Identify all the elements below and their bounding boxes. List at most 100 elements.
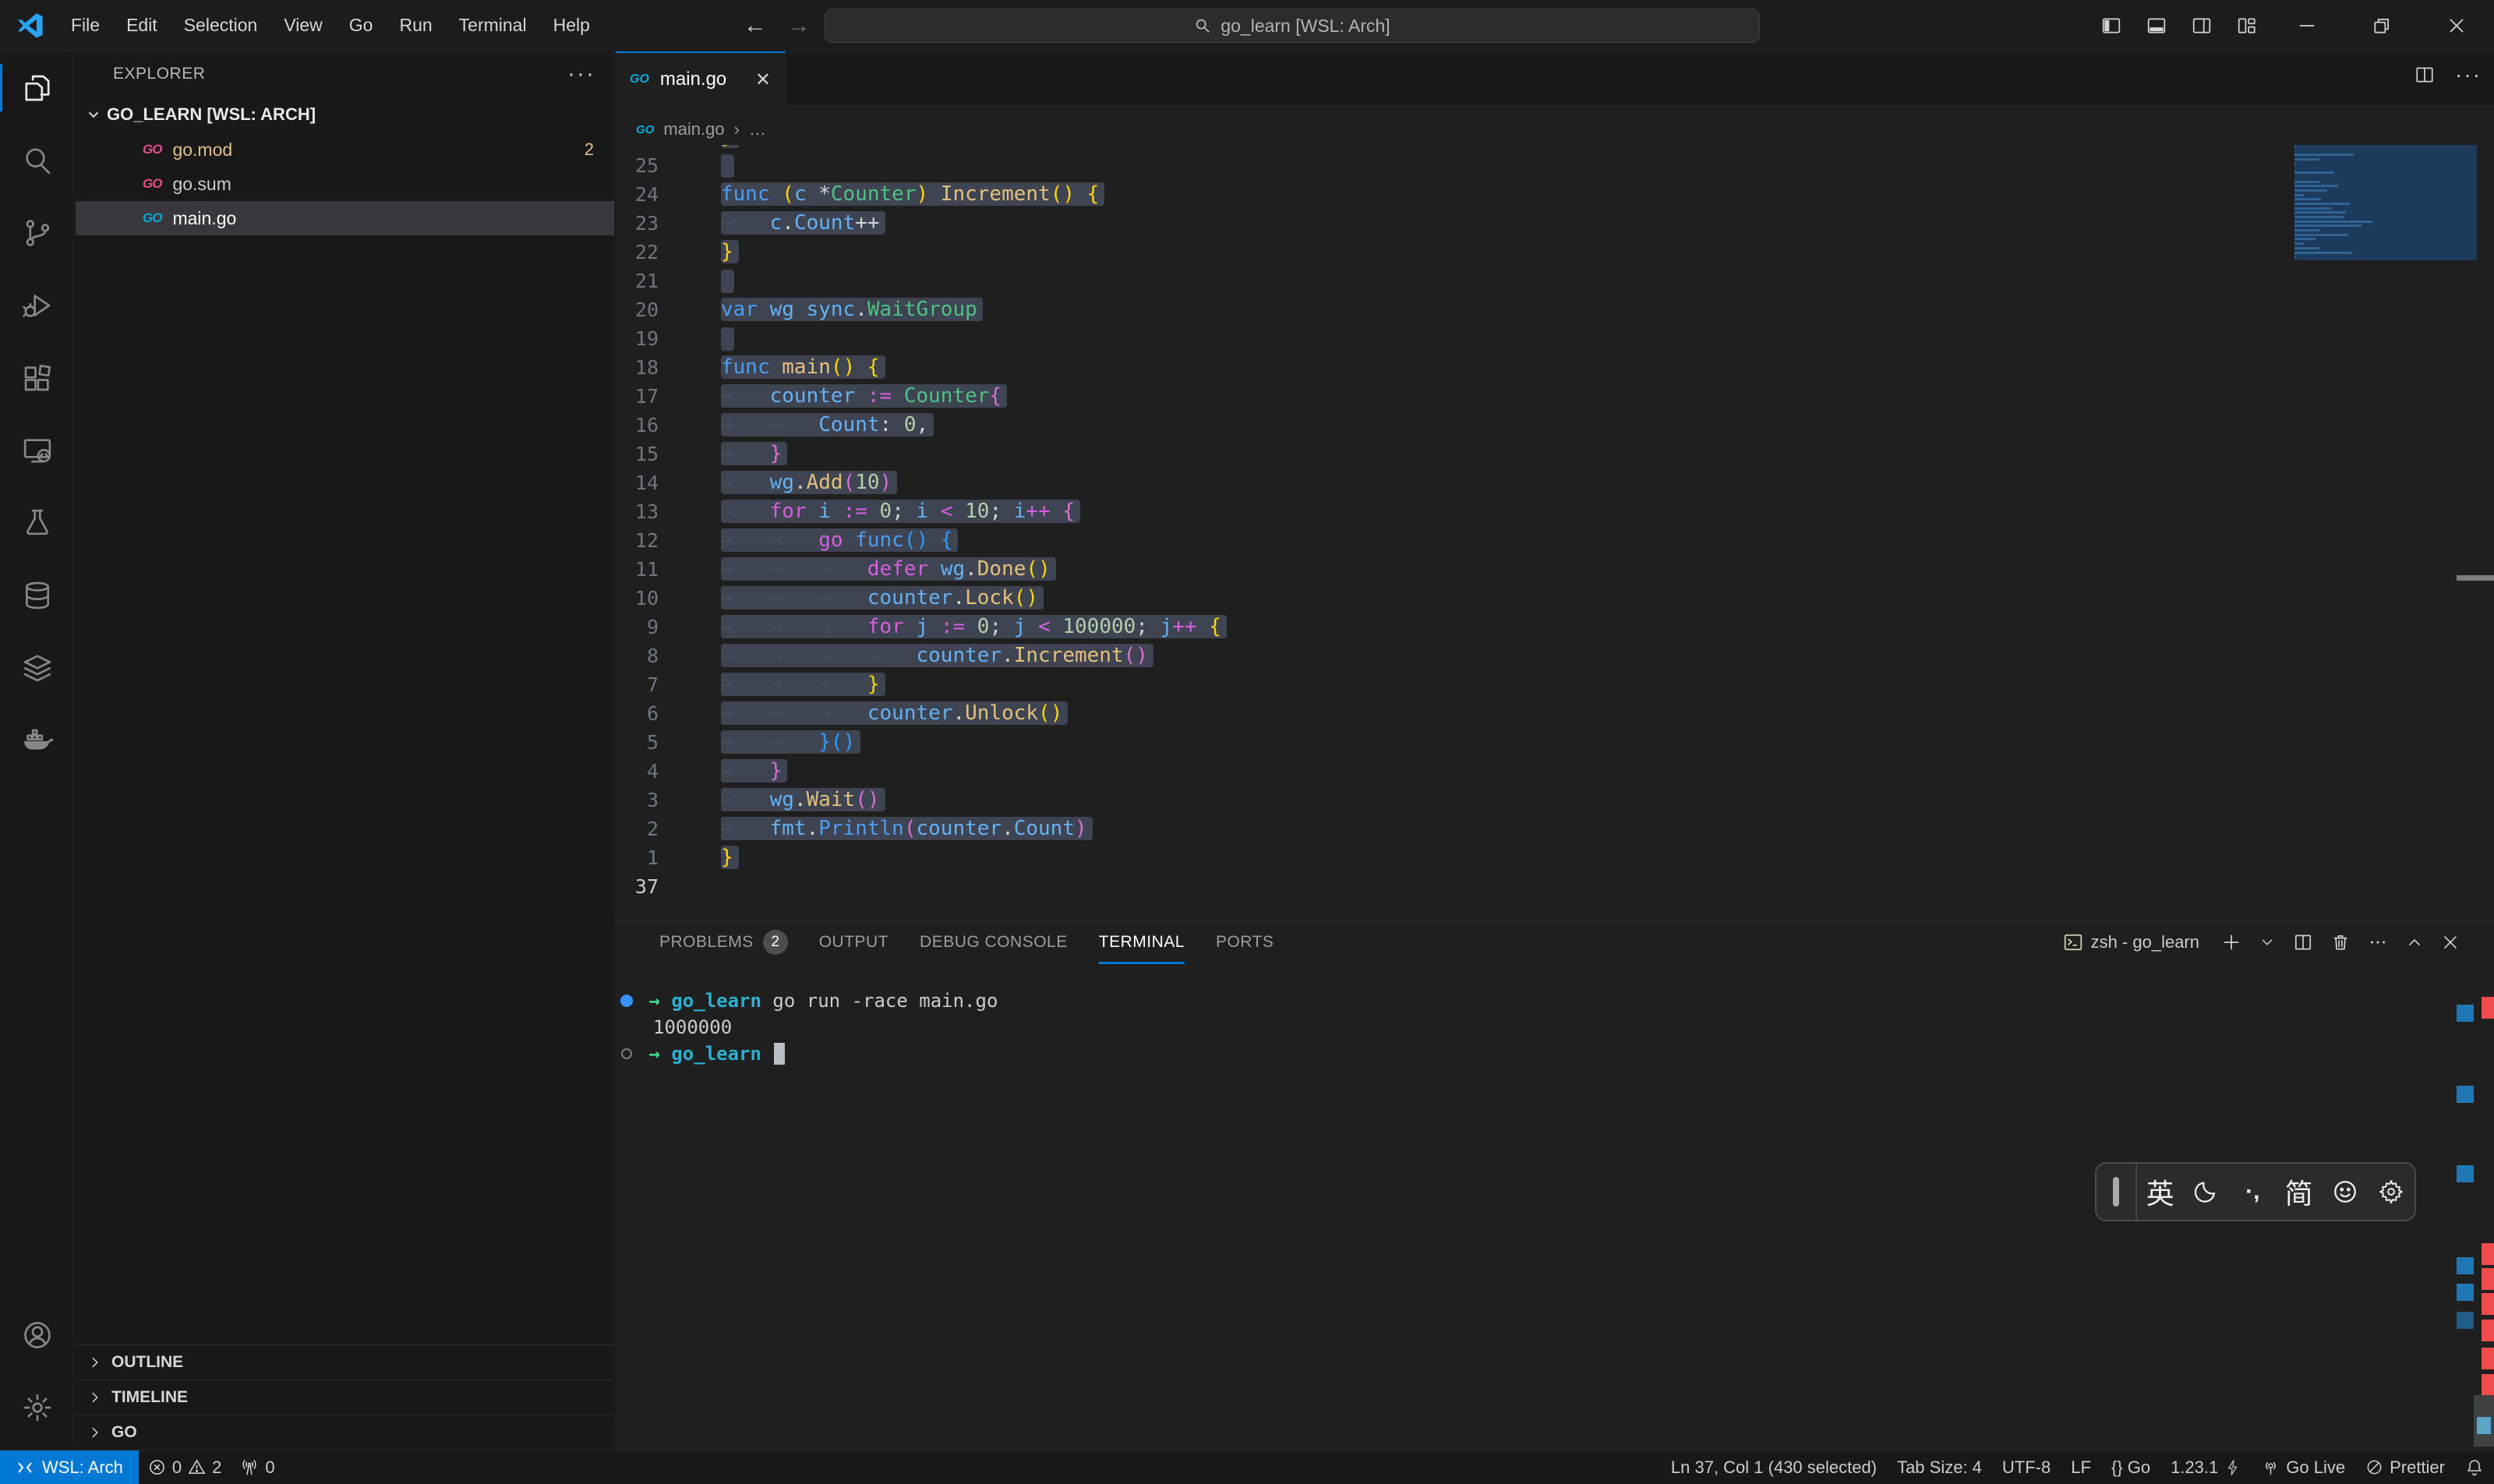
command-center-search[interactable]: go_learn [WSL: Arch] — [825, 9, 1760, 43]
plus-icon[interactable] — [2221, 932, 2241, 952]
split-icon[interactable] — [2293, 932, 2313, 952]
back-arrow-icon[interactable]: ← — [744, 12, 767, 39]
ime-smiley[interactable] — [2322, 1164, 2368, 1220]
activity-source-control-icon[interactable] — [0, 196, 75, 269]
ellipsis-icon[interactable] — [2368, 932, 2388, 952]
file-main.go[interactable]: GOmain.go — [76, 201, 614, 235]
panel-tab-ports[interactable]: PORTS — [1200, 920, 1289, 964]
layout-panel-icon[interactable] — [2134, 0, 2179, 51]
status-go[interactable]: {} Go — [2101, 1450, 2160, 1484]
close-x-icon[interactable] — [2441, 933, 2460, 952]
terminal-scrollbar[interactable] — [2474, 1395, 2494, 1447]
editor-more-icon[interactable]: ··· — [2455, 62, 2482, 87]
status-lf[interactable]: LF — [2061, 1450, 2101, 1484]
menu-edit[interactable]: Edit — [113, 15, 171, 36]
section-outline[interactable]: OUTLINE — [76, 1344, 614, 1380]
command-decoration[interactable] — [616, 995, 638, 1007]
panel-tab-output[interactable]: OUTPUT — [804, 920, 904, 964]
code-line: 13→ for i := 0; i < 10; i++ { — [616, 497, 2494, 526]
menu-file[interactable]: File — [58, 15, 113, 36]
terminal-mark — [2457, 1312, 2474, 1329]
code-area[interactable]: }2524func (c *Counter) Increment() {23→ … — [616, 145, 2494, 920]
layout-grid-icon[interactable] — [2224, 0, 2270, 51]
panel-tab-debug-console[interactable]: DEBUG CONSOLE — [904, 920, 1083, 964]
menu-view[interactable]: View — [270, 15, 335, 36]
ime-moon[interactable] — [2183, 1164, 2229, 1220]
ime-key-英[interactable]: 英 — [2137, 1164, 2183, 1220]
activity-remote-explorer-icon[interactable] — [0, 414, 75, 486]
warning-icon — [188, 1458, 206, 1476]
ports-status[interactable]: 0 — [231, 1450, 284, 1484]
terminal-instance-label[interactable]: zsh - go_learn — [2063, 932, 2199, 952]
line-number: 18 — [616, 353, 659, 382]
remote-indicator[interactable]: WSL: Arch — [0, 1450, 139, 1484]
status-tab-size-4[interactable]: Tab Size: 4 — [1887, 1450, 1992, 1484]
problems-status[interactable]: 0 2 — [139, 1450, 231, 1484]
activity-settings-icon[interactable] — [0, 1371, 75, 1443]
panel-tab-terminal[interactable]: TERMINAL — [1083, 920, 1200, 964]
activity-containers-icon[interactable] — [0, 631, 75, 704]
menu-selection[interactable]: Selection — [171, 15, 271, 36]
code-line: 17→ counter := Counter{ — [616, 382, 2494, 411]
minimap[interactable] — [2294, 145, 2477, 260]
title-bar: FileEditSelectionViewGoRunTerminalHelp ←… — [0, 0, 2494, 51]
restore-icon[interactable] — [2344, 0, 2419, 51]
code-line: 24func (c *Counter) Increment() { — [616, 180, 2494, 209]
workspace-section-header[interactable]: GO_LEARN [WSL: ARCH] — [76, 97, 614, 132]
status-ln-37-col-1-430-selected[interactable]: Ln 37, Col 1 (430 selected) — [1661, 1450, 1887, 1484]
minimize-icon[interactable] — [2270, 0, 2344, 51]
section-timeline[interactable]: TIMELINE — [76, 1380, 614, 1415]
activity-explorer-icon[interactable] — [0, 51, 75, 124]
activity-search-icon[interactable] — [0, 124, 75, 196]
layout-sidebar-right-icon[interactable] — [2179, 0, 2224, 51]
menu-run[interactable]: Run — [386, 15, 445, 36]
code-line: 22} — [616, 238, 2494, 267]
menu-help[interactable]: Help — [540, 15, 603, 36]
breadcrumb-file[interactable]: main.go — [663, 119, 724, 140]
status-prettier[interactable]: Prettier — [2355, 1450, 2455, 1484]
terminal-mark — [2457, 1257, 2474, 1274]
activity-accounts-icon[interactable] — [0, 1298, 75, 1371]
status-utf-8[interactable]: UTF-8 — [1992, 1450, 2061, 1484]
ime-key-简[interactable]: 简 — [2276, 1164, 2322, 1220]
tab-main-go[interactable]: GO main.go ✕ — [616, 51, 786, 106]
terminal-mark — [2457, 1284, 2474, 1301]
forward-arrow-icon[interactable]: → — [787, 12, 811, 39]
terminal-error-mark — [2482, 1293, 2494, 1315]
trash-icon[interactable] — [2330, 932, 2351, 952]
editor-group: GO main.go ✕ ··· GO main.go › … }2524fun… — [616, 51, 2494, 920]
menu-go[interactable]: Go — [336, 15, 387, 36]
layout-sidebar-left-icon[interactable] — [2089, 0, 2134, 51]
activity-database-icon[interactable] — [0, 559, 75, 631]
status-bell[interactable] — [2455, 1450, 2494, 1484]
activity-extensions-icon[interactable] — [0, 341, 75, 414]
file-go.mod[interactable]: GOgo.mod2 — [76, 132, 614, 167]
activity-run-debug-icon[interactable] — [0, 269, 75, 341]
section-go[interactable]: GO — [76, 1415, 614, 1450]
line-number: 15 — [616, 440, 659, 468]
command-decoration[interactable] — [616, 1048, 638, 1059]
code-line: 18func main() { — [616, 353, 2494, 382]
activity-testing-icon[interactable] — [0, 486, 75, 559]
menu-terminal[interactable]: Terminal — [446, 15, 540, 36]
code-line: 25 — [616, 151, 2494, 180]
split-editor-icon[interactable] — [2415, 65, 2435, 85]
ime-toolbar[interactable]: 英 ·,简 — [2095, 1162, 2416, 1221]
close-icon[interactable] — [2419, 0, 2494, 51]
more-actions-icon[interactable]: ··· — [567, 61, 595, 87]
ime-caret — [2113, 1177, 2119, 1207]
activity-docker-icon[interactable] — [0, 704, 75, 776]
status-1-23-1[interactable]: 1.23.1 — [2160, 1450, 2252, 1484]
chevron-up-icon[interactable] — [2405, 933, 2424, 952]
editor-actions: ··· — [2415, 62, 2482, 87]
file-go.sum[interactable]: GOgo.sum — [76, 167, 614, 201]
breadcrumb-symbol[interactable]: … — [749, 119, 766, 140]
ime-gear[interactable] — [2369, 1164, 2415, 1220]
ime-key-·,[interactable]: ·, — [2230, 1164, 2276, 1220]
status-go-live[interactable]: Go Live — [2252, 1450, 2355, 1484]
chevron-down-icon[interactable] — [2259, 934, 2276, 951]
line-number: 20 — [616, 295, 659, 324]
terminal-output[interactable]: → go_learn go run -race main.go1000000 →… — [616, 988, 2408, 1067]
tab-close-icon[interactable]: ✕ — [755, 69, 771, 91]
panel-tab-problems[interactable]: PROBLEMS2 — [644, 920, 804, 964]
